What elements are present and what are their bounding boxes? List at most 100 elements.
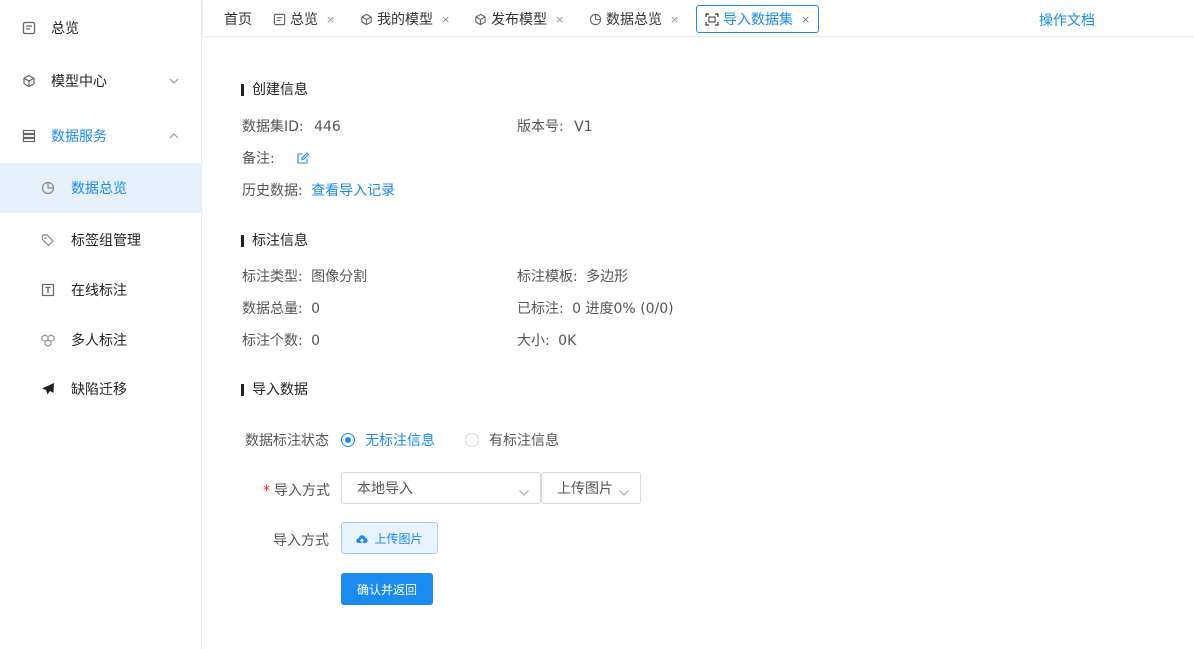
annotation-template-value: 多边形 [586,269,629,285]
text-box-icon [41,283,55,297]
tab-label: 我的模型 [377,12,433,28]
cubes-icon [41,333,55,347]
sidebar-item-label: 数据总览 [71,181,127,197]
chevron-up-icon [168,132,180,140]
import-method-select[interactable]: 本地导入 [341,472,541,504]
upload-method-label: 导入方式 [273,533,329,549]
select-value: 上传图片 [557,481,613,497]
annotation-template-label: 标注模板: [517,269,578,285]
storage-icon [22,129,36,143]
history-label: 历史数据: [242,183,303,199]
upload-image-button[interactable]: 上传图片 [341,522,438,554]
data-total-value: 0 [311,301,321,317]
radio-label: 无标注信息 [365,433,435,449]
version-value: V1 [574,119,593,135]
tab-label: 发布模型 [491,12,547,28]
tab-import-dataset[interactable]: 导入数据集 × [696,5,820,33]
scan-icon [705,12,719,26]
sidebar-item-tag-group[interactable]: 标签组管理 [0,215,202,265]
radio-label: 有标注信息 [489,433,559,449]
sidebar-item-defect-migration[interactable]: 缺陷迁移 [0,364,202,414]
chevron-down-icon [168,77,180,85]
annotation-type-value: 图像分割 [311,269,368,285]
labeled-value: 0 进度0% (0/0) [572,301,674,317]
select-value: 本地导入 [357,481,413,497]
close-icon[interactable]: × [801,13,810,26]
data-total-label: 数据总量: [242,301,303,317]
sidebar-item-online-annotation[interactable]: 在线标注 [0,265,202,315]
sidebar-item-label: 在线标注 [71,283,127,299]
tab-label: 导入数据集 [723,12,793,28]
dataset-id-value: 446 [314,119,341,135]
remark-field: 备注: [242,148,310,168]
tab-bar: 首页 总览 × 我的模型 × 发布模型 × 数据总览 × 导入数据集 × 操作文… [203,0,1194,37]
tab-overview[interactable]: 总览 × [272,5,335,33]
sidebar-item-label: 模型中心 [51,74,107,90]
pie-chart-icon [41,181,55,195]
tab-label: 总览 [290,12,318,28]
annotation-template-field: 标注模板: 多边形 [517,266,628,286]
overview-icon [22,21,36,35]
view-import-history-link[interactable]: 查看导入记录 [311,183,395,199]
tab-publish-model[interactable]: 发布模型 × [473,5,564,33]
close-icon[interactable]: × [670,13,679,26]
annotation-count-label: 标注个数: [242,333,303,349]
required-mark: * [263,483,270,499]
sidebar-item-label: 缺陷迁移 [71,382,127,398]
radio-circle [465,433,479,447]
sidebar-item-label: 总览 [51,21,79,37]
tab-home[interactable]: 首页 [224,5,252,33]
labeled-label: 已标注: [517,301,564,317]
sidebar-item-label: 标签组管理 [71,233,141,249]
tab-my-models[interactable]: 我的模型 × [359,5,450,33]
cloud-upload-icon [356,533,369,544]
remark-label: 备注: [242,151,275,167]
sidebar-item-data-service[interactable]: 数据服务 [0,111,202,161]
cube-icon [22,74,36,88]
cube-icon [473,12,487,26]
radio-has-annotation[interactable]: 有标注信息 [465,430,559,450]
edit-icon[interactable] [297,152,310,168]
upload-type-select[interactable]: 上传图片 [541,472,641,504]
sidebar-item-overview[interactable]: 总览 [0,3,202,53]
radio-no-annotation[interactable]: 无标注信息 [341,430,435,450]
import-method-label-text: 导入方式 [274,483,330,499]
annotation-type-field: 标注类型: 图像分割 [242,266,367,286]
sidebar-item-multi-annotation[interactable]: 多人标注 [0,315,202,365]
annotation-count-field: 标注个数: 0 [242,330,320,350]
sidebar-item-label: 数据服务 [51,129,107,145]
docs-link[interactable]: 操作文档 [1039,10,1095,30]
radio-circle [341,433,355,447]
confirm-return-button[interactable]: 确认并返回 [341,573,433,605]
dataset-id-label: 数据集ID: [242,119,304,135]
size-field: 大小: 0K [517,330,576,350]
data-total-field: 数据总量: 0 [242,298,320,318]
chevron-down-icon [518,485,530,496]
cube-icon [359,12,373,26]
size-value: 0K [558,333,577,349]
dataset-id-field: 数据集ID: 446 [242,116,341,136]
annotation-status-label: 数据标注状态 [245,433,329,449]
sidebar: 总览 模型中心 数据服务 数据总览 标签组管理 在线标注 多人标注 缺陷迁移 [0,0,202,649]
chevron-down-icon [618,485,630,496]
tab-label: 数据总览 [606,12,662,28]
version-field: 版本号: V1 [517,116,593,136]
section-title-annotation-info: 标注信息 [241,233,308,249]
section-title-create-info: 创建信息 [241,82,308,98]
close-icon[interactable]: × [441,13,450,26]
close-icon[interactable]: × [555,13,564,26]
tab-label: 首页 [224,12,252,28]
pie-chart-icon [588,12,602,26]
overview-icon [272,12,286,26]
annotation-count-value: 0 [311,333,321,349]
upload-button-label: 上传图片 [374,531,423,546]
annotation-type-label: 标注类型: [242,269,303,285]
tab-data-overview[interactable]: 数据总览 × [588,5,679,33]
sidebar-item-data-overview[interactable]: 数据总览 [0,163,202,213]
history-field: 历史数据: 查看导入记录 [242,180,395,200]
paper-plane-icon [41,382,55,396]
close-icon[interactable]: × [326,13,335,26]
version-label: 版本号: [517,119,564,135]
section-title-import-data: 导入数据 [241,382,308,398]
sidebar-item-model-center[interactable]: 模型中心 [0,56,202,106]
